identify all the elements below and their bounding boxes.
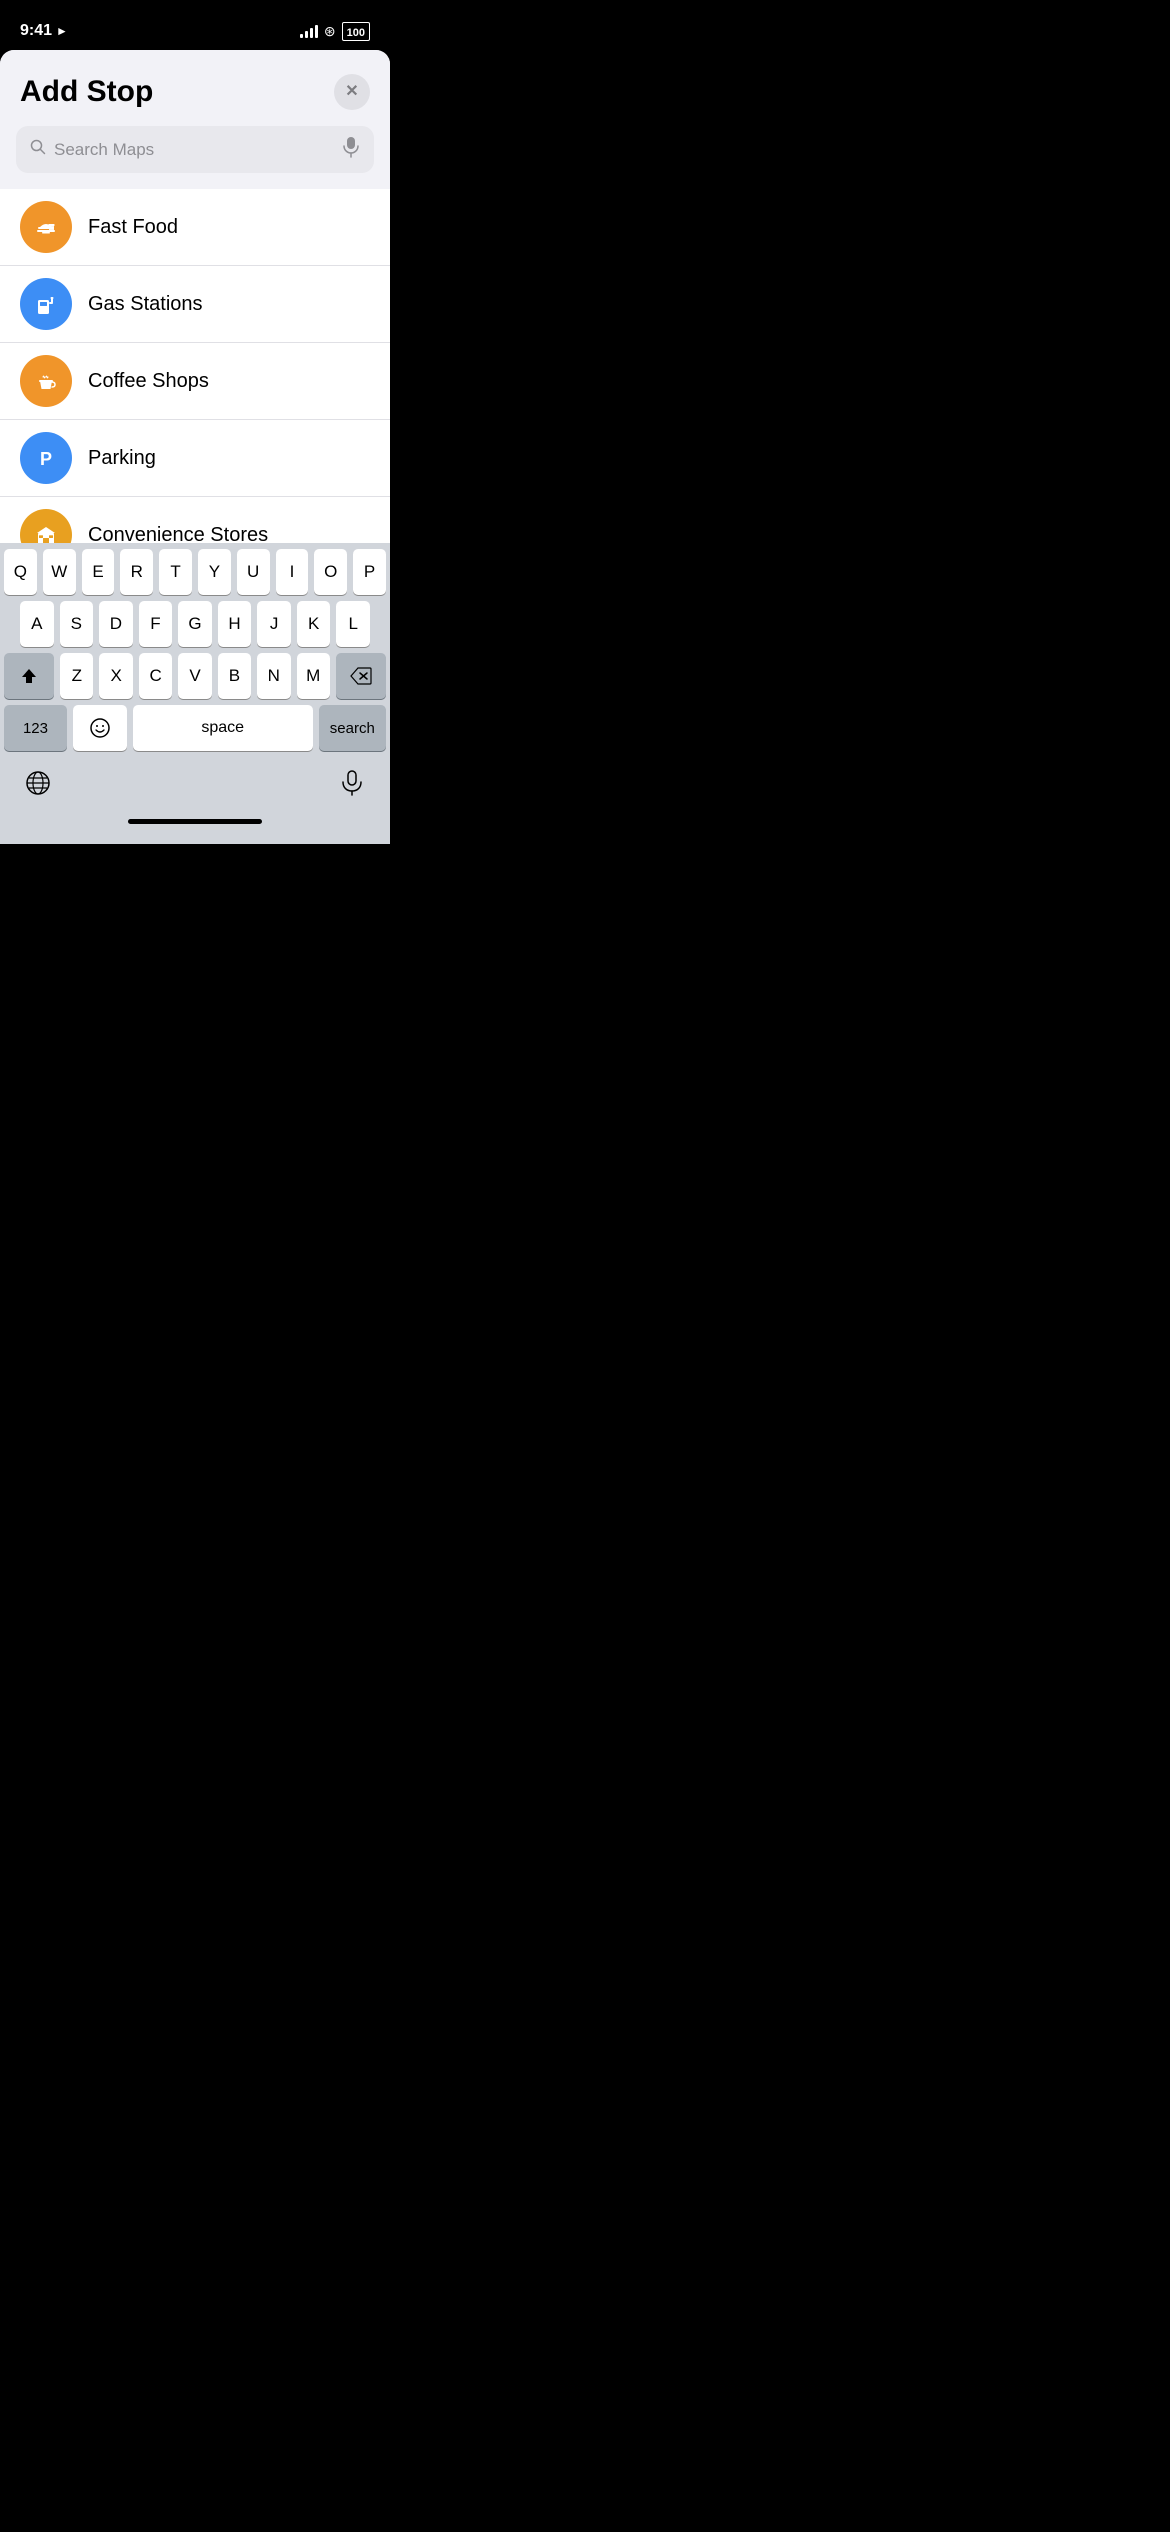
keyboard-extras <box>0 759 390 811</box>
key-w[interactable]: W <box>43 549 76 595</box>
key-p[interactable]: P <box>353 549 386 595</box>
key-t[interactable]: T <box>159 549 192 595</box>
emoji-key[interactable] <box>73 705 127 751</box>
category-item-fast-food[interactable]: Fast Food <box>0 189 390 266</box>
key-s[interactable]: S <box>60 601 94 647</box>
key-o[interactable]: O <box>314 549 347 595</box>
coffee-shops-label: Coffee Shops <box>88 370 209 393</box>
keyboard-row-2: A S D F G H J K L <box>0 595 390 647</box>
close-icon: ✕ <box>345 84 358 100</box>
search-bar-container <box>0 126 390 189</box>
status-bar: 9:41 ► ⊛ 100 <box>0 0 390 50</box>
space-key[interactable]: space <box>133 705 313 751</box>
key-m[interactable]: M <box>297 653 330 699</box>
key-y[interactable]: Y <box>198 549 231 595</box>
keyboard-row-3: Z X C V B N M <box>0 647 390 699</box>
key-u[interactable]: U <box>237 549 270 595</box>
signal-icon <box>300 24 318 38</box>
numbers-key[interactable]: 123 <box>4 705 67 751</box>
mic-key[interactable] <box>330 761 374 805</box>
coffee-shops-icon <box>20 355 72 407</box>
key-z[interactable]: Z <box>60 653 93 699</box>
fast-food-icon <box>20 201 72 253</box>
battery-icon: 100 <box>342 22 370 41</box>
key-i[interactable]: I <box>276 549 309 595</box>
key-v[interactable]: V <box>178 653 211 699</box>
wifi-icon: ⊛ <box>324 23 336 40</box>
key-f[interactable]: F <box>139 601 173 647</box>
header: Add Stop ✕ <box>0 50 390 126</box>
gas-stations-icon <box>20 278 72 330</box>
key-h[interactable]: H <box>218 601 252 647</box>
key-g[interactable]: G <box>178 601 212 647</box>
location-arrow-icon: ► <box>56 24 68 38</box>
key-x[interactable]: X <box>99 653 132 699</box>
key-l[interactable]: L <box>336 601 370 647</box>
search-key[interactable]: search <box>319 705 386 751</box>
key-r[interactable]: R <box>120 549 153 595</box>
key-j[interactable]: J <box>257 601 291 647</box>
microphone-icon[interactable] <box>342 136 360 163</box>
key-d[interactable]: D <box>99 601 133 647</box>
fast-food-label: Fast Food <box>88 216 178 239</box>
status-time: 9:41 ► <box>20 22 68 40</box>
key-q[interactable]: Q <box>4 549 37 595</box>
parking-label: Parking <box>88 447 156 470</box>
delete-key[interactable] <box>336 653 386 699</box>
category-list: Fast Food Gas Stations <box>0 189 390 573</box>
globe-key[interactable] <box>16 761 60 805</box>
search-input[interactable] <box>54 140 334 160</box>
gas-stations-label: Gas Stations <box>88 293 203 316</box>
key-a[interactable]: A <box>20 601 54 647</box>
parking-icon: P <box>20 432 72 484</box>
key-k[interactable]: K <box>297 601 331 647</box>
key-n[interactable]: N <box>257 653 290 699</box>
shift-key[interactable] <box>4 653 54 699</box>
category-item-parking[interactable]: P Parking <box>0 420 390 497</box>
main-sheet: Add Stop ✕ <box>0 50 390 844</box>
home-indicator <box>0 811 390 844</box>
keyboard: Q W E R T Y U I O P A S D F G H J K L <box>0 543 390 844</box>
home-bar <box>128 819 262 824</box>
page-title: Add Stop <box>20 75 153 109</box>
keyboard-row-4: 123 space search <box>0 699 390 759</box>
status-icons: ⊛ 100 <box>300 22 370 41</box>
key-e[interactable]: E <box>82 549 115 595</box>
category-item-gas-stations[interactable]: Gas Stations <box>0 266 390 343</box>
search-icon <box>30 139 46 160</box>
svg-text:P: P <box>40 449 52 469</box>
close-button[interactable]: ✕ <box>334 74 370 110</box>
search-bar[interactable] <box>16 126 374 173</box>
key-c[interactable]: C <box>139 653 172 699</box>
key-b[interactable]: B <box>218 653 251 699</box>
category-item-coffee-shops[interactable]: Coffee Shops <box>0 343 390 420</box>
keyboard-row-1: Q W E R T Y U I O P <box>0 543 390 595</box>
time-label: 9:41 <box>20 22 52 40</box>
